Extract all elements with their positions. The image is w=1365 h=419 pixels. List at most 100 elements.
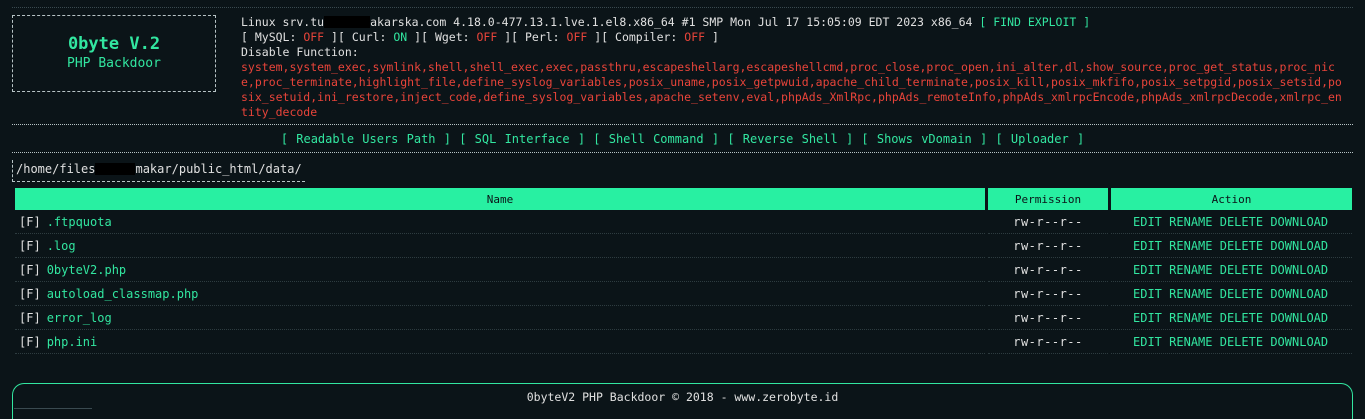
perl-label: ][ Perl: <box>504 30 560 44</box>
name-cell: [F] .ftpquota <box>15 210 985 234</box>
name-cell: [F] autoload_classmap.php <box>15 282 985 306</box>
permission-cell: rw-r--r-- <box>988 234 1108 258</box>
wget-label: ][ Wget: <box>414 30 470 44</box>
permission-cell: rw-r--r-- <box>988 258 1108 282</box>
divider-nav <box>12 152 1353 153</box>
logo-subtitle: PHP Backdoor <box>67 56 161 71</box>
path-segment-public-html[interactable]: public_html/ <box>179 162 266 176</box>
edit-link[interactable]: EDIT <box>1133 239 1162 253</box>
edit-link[interactable]: EDIT <box>1133 311 1162 325</box>
download-link[interactable]: DOWNLOAD <box>1270 335 1328 349</box>
file-type-tag: [F] <box>19 262 41 277</box>
features-close: ] <box>712 30 719 44</box>
path-segment-user-suffix[interactable]: makar/ <box>135 162 178 176</box>
features-row: [ MySQL: OFF ][ Curl: ON ][ Wget: OFF ][… <box>241 30 1346 45</box>
mysql-status: OFF <box>303 30 325 44</box>
file-name-link[interactable]: .log <box>47 239 76 253</box>
compiler-label: ][ Compiler: <box>594 30 678 44</box>
rename-link[interactable]: RENAME <box>1169 335 1212 349</box>
table-row: [F] 0byteV2.php rw-r--r-- EDIT RENAME DEL… <box>15 258 1352 282</box>
nav-shell-command[interactable]: [ Shell Command ] <box>593 132 719 146</box>
delete-link[interactable]: DELETE <box>1220 215 1263 229</box>
rename-link[interactable]: RENAME <box>1169 263 1212 277</box>
file-name-link[interactable]: autoload_classmap.php <box>47 287 199 301</box>
uname-suffix: akarska.com 4.18.0-477.13.1.lve.1.el8.x8… <box>370 15 973 29</box>
mysql-label: [ MySQL: <box>241 30 297 44</box>
delete-link[interactable]: DELETE <box>1220 263 1263 277</box>
curl-status: ON <box>393 30 408 44</box>
table-row: [F] .ftpquota rw-r--r-- EDIT RENAME DELET… <box>15 210 1352 234</box>
actions-cell: EDIT RENAME DELETE DOWNLOAD <box>1111 234 1352 258</box>
delete-link[interactable]: DELETE <box>1220 311 1263 325</box>
nav-readable-users-path[interactable]: [ Readable Users Path ] <box>281 132 451 146</box>
nav-uploader[interactable]: [ Uploader ] <box>995 132 1084 146</box>
table-row: [F] .log rw-r--r-- EDIT RENAME DELETE DOW… <box>15 234 1352 258</box>
rename-link[interactable]: RENAME <box>1169 215 1212 229</box>
disable-function-label: Disable Function: <box>241 45 359 59</box>
name-cell: [F] php.ini <box>15 330 985 354</box>
perl-status: OFF <box>566 30 588 44</box>
actions-cell: EDIT RENAME DELETE DOWNLOAD <box>1111 258 1352 282</box>
page: 0byte V.2 PHP Backdoor Linux srv.tu akars… <box>0 0 1365 419</box>
name-cell: [F] 0byteV2.php <box>15 258 985 282</box>
rename-link[interactable]: RENAME <box>1169 311 1212 325</box>
download-link[interactable]: DOWNLOAD <box>1270 239 1328 253</box>
delete-link[interactable]: DELETE <box>1220 287 1263 301</box>
download-link[interactable]: DOWNLOAD <box>1270 215 1328 229</box>
rename-link[interactable]: RENAME <box>1169 239 1212 253</box>
file-table: Name Permission Action [F] .ftpquota rw-r… <box>12 188 1355 354</box>
actions-cell: EDIT RENAME DELETE DOWNLOAD <box>1111 330 1352 354</box>
permission-cell: rw-r--r-- <box>988 330 1108 354</box>
edit-link[interactable]: EDIT <box>1133 215 1162 229</box>
download-link[interactable]: DOWNLOAD <box>1270 311 1328 325</box>
edit-link[interactable]: EDIT <box>1133 263 1162 277</box>
header-name: Name <box>15 188 985 210</box>
permission-cell: rw-r--r-- <box>988 306 1108 330</box>
table-row: [F] error_log rw-r--r-- EDIT RENAME DELET… <box>15 306 1352 330</box>
actions-cell: EDIT RENAME DELETE DOWNLOAD <box>1111 210 1352 234</box>
file-name-link[interactable]: error_log <box>47 311 112 325</box>
name-cell: [F] .log <box>15 234 985 258</box>
path-segment-user[interactable]: files <box>59 162 95 176</box>
curl-label: ][ Curl: <box>331 30 387 44</box>
table-row: [F] autoload_classmap.php rw-r--r-- EDIT … <box>15 282 1352 306</box>
path-segment-data[interactable]: data/ <box>266 162 302 176</box>
download-link[interactable]: DOWNLOAD <box>1270 263 1328 277</box>
uname-row: Linux srv.tu akarska.com 4.18.0-477.13.1.… <box>241 15 1346 30</box>
permission-cell: rw-r--r-- <box>988 210 1108 234</box>
table-row: [F] php.ini rw-r--r-- EDIT RENAME DELETE … <box>15 330 1352 354</box>
nav-sql-interface[interactable]: [ SQL Interface ] <box>459 132 585 146</box>
find-exploit-link[interactable]: [ FIND EXPLOIT ] <box>979 15 1090 29</box>
delete-link[interactable]: DELETE <box>1220 239 1263 253</box>
redaction-block <box>95 163 136 175</box>
wget-status: OFF <box>476 30 498 44</box>
file-name-link[interactable]: php.ini <box>47 335 98 349</box>
nav-reverse-shell[interactable]: [ Reverse Shell ] <box>727 132 853 146</box>
edit-link[interactable]: EDIT <box>1133 335 1162 349</box>
file-name-link[interactable]: .ftpquota <box>47 215 112 229</box>
compiler-status: OFF <box>684 30 706 44</box>
divider-top <box>12 124 1353 125</box>
path-segment-home[interactable]: /home/ <box>16 162 59 176</box>
table-header-row: Name Permission Action <box>15 188 1352 210</box>
actions-cell: EDIT RENAME DELETE DOWNLOAD <box>1111 306 1352 330</box>
name-cell: [F] error_log <box>15 306 985 330</box>
redaction-block <box>324 16 371 28</box>
system-info: Linux srv.tu akarska.com 4.18.0-477.13.1.… <box>241 15 1346 120</box>
breadcrumb: /home/files makar/public_html/data/ <box>12 160 305 182</box>
top-divider <box>12 7 1353 8</box>
nav-shows-vdomain[interactable]: [ Shows vDomain ] <box>861 132 987 146</box>
file-type-tag: [F] <box>19 334 41 349</box>
download-link[interactable]: DOWNLOAD <box>1270 287 1328 301</box>
logo-title: 0byte V.2 <box>67 34 161 54</box>
uname-prefix: Linux srv.tu <box>241 15 325 29</box>
footer-text: 0byteV2 PHP Backdoor © 2018 - www.zeroby… <box>526 390 839 404</box>
edit-link[interactable]: EDIT <box>1133 287 1162 301</box>
permission-cell: rw-r--r-- <box>988 282 1108 306</box>
rename-link[interactable]: RENAME <box>1169 287 1212 301</box>
footer: 0byteV2 PHP Backdoor © 2018 - www.zeroby… <box>12 383 1353 419</box>
logo-box: 0byte V.2 PHP Backdoor <box>12 15 216 92</box>
main-nav: [ Readable Users Path ] [ SQL Interface … <box>0 132 1365 146</box>
delete-link[interactable]: DELETE <box>1220 335 1263 349</box>
file-name-link[interactable]: 0byteV2.php <box>47 263 126 277</box>
